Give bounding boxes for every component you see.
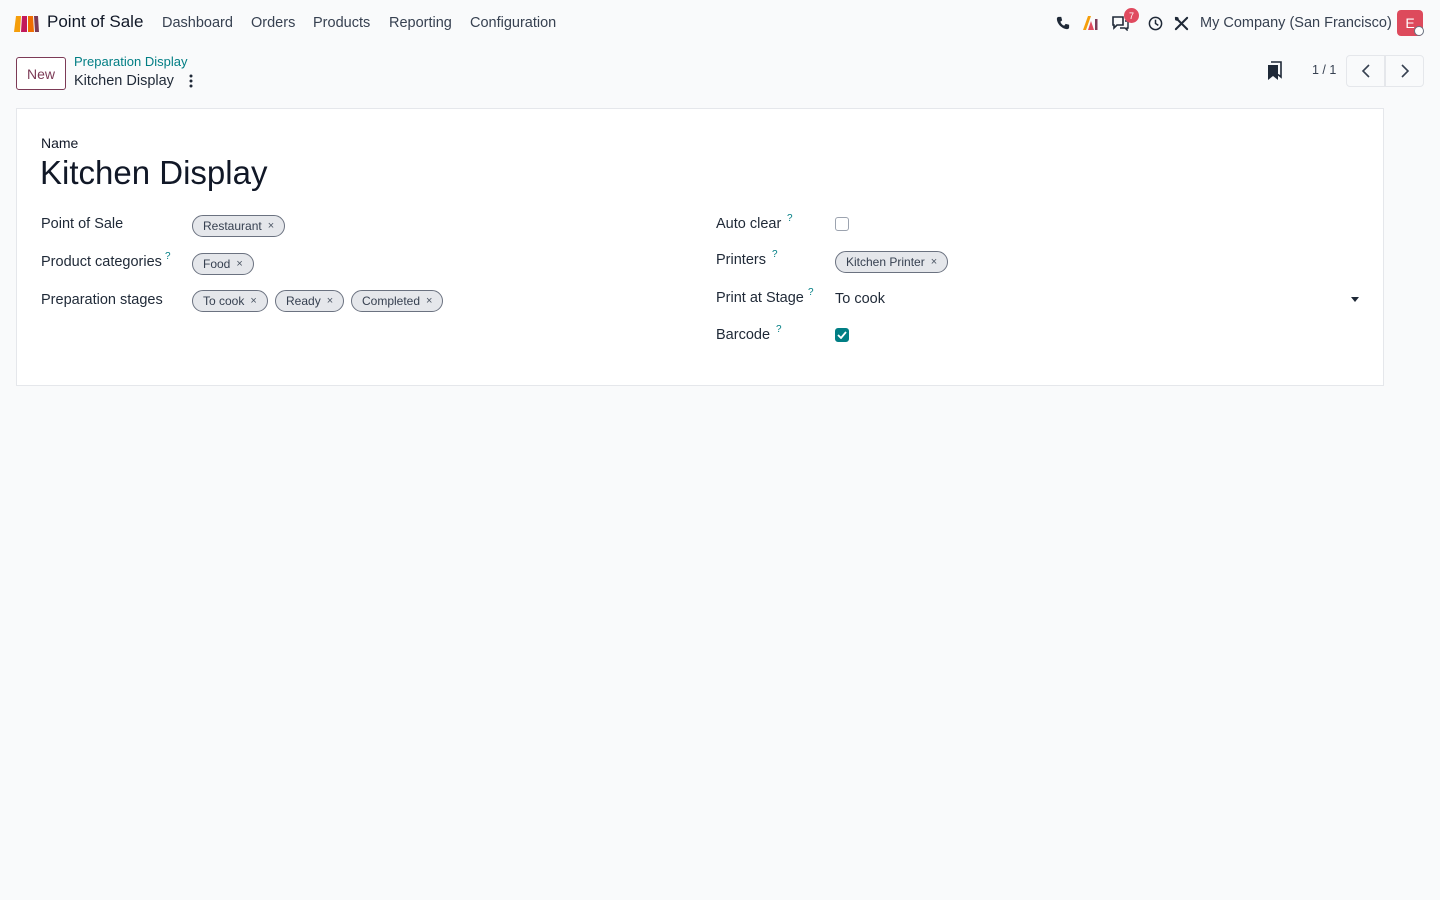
caret-down-icon[interactable] <box>1351 297 1359 302</box>
tag-label: To cook <box>203 294 245 308</box>
pos-tag-restaurant: Restaurant × <box>192 215 286 237</box>
tag-remove-icon[interactable]: × <box>426 295 432 307</box>
tag-remove-icon[interactable]: × <box>250 295 256 307</box>
auto-clear-checkbox[interactable] <box>835 217 849 231</box>
tag-remove-icon[interactable]: × <box>236 258 242 270</box>
tag-remove-icon[interactable]: × <box>931 256 937 268</box>
actions-menu-icon[interactable] <box>183 73 199 89</box>
tag-label: Restaurant <box>203 219 262 233</box>
printer-tag-kitchen-printer: Kitchen Printer × <box>835 251 949 273</box>
tag-label: Kitchen Printer <box>846 255 925 269</box>
breadcrumb-parent-link[interactable]: Preparation Display <box>74 54 187 69</box>
menu-configuration[interactable]: Configuration <box>470 15 556 31</box>
menu-products[interactable]: Products <box>313 15 370 31</box>
stage-tag-to-cook: To cook × <box>192 290 268 312</box>
pager-next-button[interactable] <box>1385 55 1424 87</box>
ai-icon[interactable] <box>1081 13 1101 33</box>
printers-label: Printers <box>716 252 766 268</box>
company-switcher[interactable]: My Company (San Francisco) <box>1200 15 1392 31</box>
print-at-stage-label: Print at Stage <box>716 290 804 306</box>
product-categories-label: Product categories <box>41 254 162 270</box>
checkmark-icon <box>837 331 847 339</box>
tag-remove-icon[interactable]: × <box>327 295 333 307</box>
barcode-checkbox[interactable] <box>835 328 849 342</box>
user-status-indicator <box>1414 26 1424 36</box>
clock-icon[interactable] <box>1145 13 1165 33</box>
pos-app-logo-icon[interactable] <box>12 13 40 33</box>
stage-tag-completed: Completed × <box>351 290 444 312</box>
new-button[interactable]: New <box>16 57 66 90</box>
chevron-right-icon <box>1400 64 1409 78</box>
name-field-label: Name <box>41 135 79 151</box>
tag-label: Food <box>203 257 231 271</box>
barcode-label: Barcode <box>716 327 771 343</box>
menu-dashboard[interactable]: Dashboard <box>162 15 233 31</box>
help-tooltip-icon[interactable]: ? <box>165 251 171 262</box>
chevron-left-icon <box>1361 64 1370 78</box>
breadcrumb-current: Kitchen Display <box>74 73 174 89</box>
auto-clear-label: Auto clear <box>716 216 782 232</box>
point-of-sale-label: Point of Sale <box>41 216 124 232</box>
phone-icon[interactable] <box>1053 13 1073 33</box>
pager-value[interactable]: 1 / 1 <box>1312 63 1336 77</box>
category-tag-food: Food × <box>192 253 254 275</box>
tag-label: Completed <box>362 294 421 308</box>
tools-icon[interactable] <box>1171 13 1191 33</box>
top-navbar: Point of Sale Dashboard Orders Products … <box>0 0 1440 46</box>
name-field-input[interactable]: Kitchen Display <box>40 154 267 192</box>
help-tooltip-icon[interactable]: ? <box>787 213 793 224</box>
menu-reporting[interactable]: Reporting <box>389 15 452 31</box>
print-at-stage-select[interactable]: To cook <box>835 291 1361 309</box>
help-tooltip-icon[interactable]: ? <box>776 324 782 335</box>
messages-count-badge: 7 <box>1124 8 1139 23</box>
help-tooltip-icon[interactable]: ? <box>772 249 778 260</box>
menu-orders[interactable]: Orders <box>251 15 295 31</box>
pager-previous-button[interactable] <box>1346 55 1385 87</box>
help-tooltip-icon[interactable]: ? <box>808 287 814 298</box>
form-sheet <box>16 108 1384 386</box>
tag-remove-icon[interactable]: × <box>268 220 274 232</box>
stage-tag-ready: Ready × <box>275 290 345 312</box>
tag-label: Ready <box>286 294 321 308</box>
app-name[interactable]: Point of Sale <box>47 12 143 32</box>
bookmarks-icon[interactable] <box>1266 61 1284 81</box>
preparation-stages-label: Preparation stages <box>41 292 163 308</box>
